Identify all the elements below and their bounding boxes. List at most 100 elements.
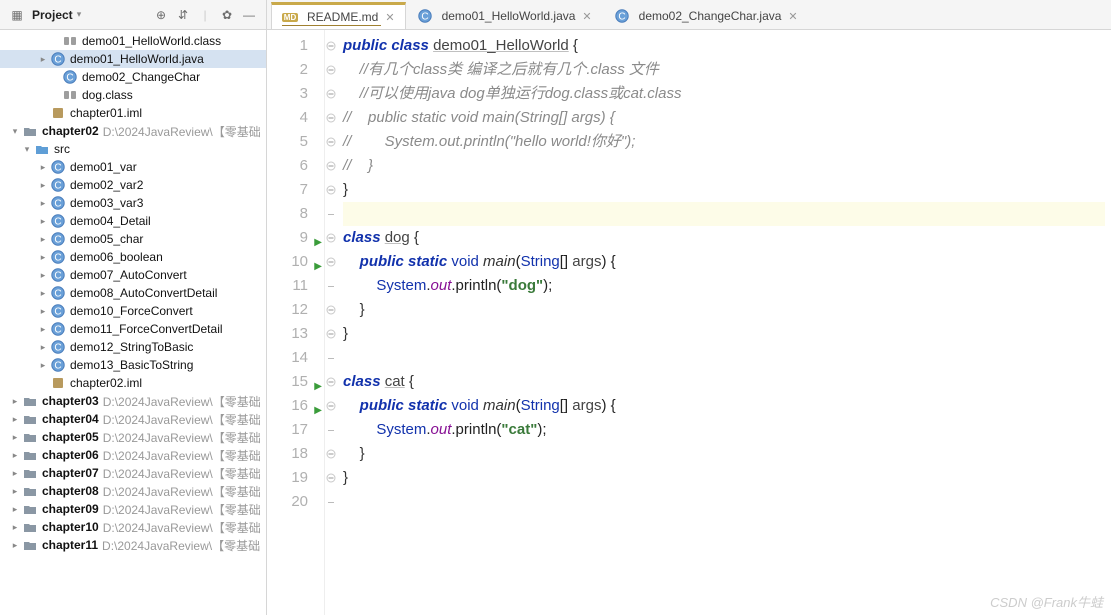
- code-line[interactable]: [343, 490, 1105, 514]
- hide-icon[interactable]: —: [238, 4, 260, 26]
- code-line[interactable]: System.out.println("cat");: [343, 418, 1105, 442]
- tree-row[interactable]: chapter01.iml: [0, 104, 266, 122]
- tree-row[interactable]: dog.class: [0, 86, 266, 104]
- tree-label: demo04_Detail: [70, 214, 151, 228]
- close-icon[interactable]: ✕: [582, 10, 591, 23]
- code-line[interactable]: // }: [343, 154, 1105, 178]
- expand-arrow[interactable]: ▸: [8, 450, 22, 461]
- project-tree[interactable]: demo01_HelloWorld.class▸Cdemo01_HelloWor…: [0, 30, 267, 615]
- tree-row[interactable]: ▸Cdemo06_boolean: [0, 248, 266, 266]
- code-line[interactable]: class dog {: [343, 226, 1105, 250]
- file-icon: C: [50, 339, 66, 355]
- code-line[interactable]: System.out.println("dog");: [343, 274, 1105, 298]
- tree-label: dog.class: [82, 88, 133, 102]
- expand-arrow[interactable]: ▸: [36, 288, 50, 299]
- code-line[interactable]: public static void main(String[] args) {: [343, 394, 1105, 418]
- file-icon: [50, 375, 66, 391]
- tree-row[interactable]: ▾src: [0, 140, 266, 158]
- gutter[interactable]: 123456789▶10▶1112131415▶16▶17181920: [267, 30, 325, 615]
- tree-row[interactable]: ▸chapter09D:\2024JavaReview\【零基础: [0, 500, 266, 518]
- expand-arrow[interactable]: ▸: [36, 324, 50, 335]
- tree-row[interactable]: ▸chapter06D:\2024JavaReview\【零基础: [0, 446, 266, 464]
- tree-row[interactable]: ▸Cdemo10_ForceConvert: [0, 302, 266, 320]
- tree-row[interactable]: demo01_HelloWorld.class: [0, 32, 266, 50]
- expand-arrow[interactable]: ▾: [20, 144, 34, 155]
- svg-text:C: C: [54, 235, 61, 246]
- tree-row[interactable]: ▸Cdemo01_var: [0, 158, 266, 176]
- expand-arrow[interactable]: ▸: [36, 54, 50, 65]
- code-line[interactable]: public class demo01_HelloWorld {: [343, 34, 1105, 58]
- expand-arrow[interactable]: ▸: [36, 198, 50, 209]
- code-line[interactable]: }: [343, 322, 1105, 346]
- expand-icon[interactable]: ⇵: [172, 4, 194, 26]
- tree-path: D:\2024JavaReview\【零基础: [103, 411, 261, 428]
- tree-path: D:\2024JavaReview\【零基础: [103, 483, 261, 500]
- code-line[interactable]: class cat {: [343, 370, 1105, 394]
- project-icon[interactable]: ▦: [6, 4, 28, 26]
- editor[interactable]: 123456789▶10▶1112131415▶16▶17181920 publ…: [267, 30, 1111, 615]
- tree-row[interactable]: ▾chapter02D:\2024JavaReview\【零基础: [0, 122, 266, 140]
- tree-row[interactable]: ▸chapter11D:\2024JavaReview\【零基础: [0, 536, 266, 554]
- code-line[interactable]: // System.out.println("hello world!你好");: [343, 130, 1105, 154]
- code-line[interactable]: public static void main(String[] args) {: [343, 250, 1105, 274]
- expand-arrow[interactable]: ▸: [36, 162, 50, 173]
- expand-arrow[interactable]: ▸: [8, 414, 22, 425]
- tree-row[interactable]: ▸chapter05D:\2024JavaReview\【零基础: [0, 428, 266, 446]
- tree-row[interactable]: ▸Cdemo03_var3: [0, 194, 266, 212]
- tree-label: demo03_var3: [70, 196, 143, 210]
- code-line[interactable]: [343, 202, 1105, 226]
- code-line[interactable]: }: [343, 442, 1105, 466]
- tree-row[interactable]: ▸chapter04D:\2024JavaReview\【零基础: [0, 410, 266, 428]
- code-line[interactable]: }: [343, 178, 1105, 202]
- code-line[interactable]: }: [343, 466, 1105, 490]
- expand-arrow[interactable]: ▸: [8, 396, 22, 407]
- tree-row[interactable]: ▸Cdemo02_var2: [0, 176, 266, 194]
- tree-row[interactable]: ▸Cdemo01_HelloWorld.java: [0, 50, 266, 68]
- line-number: 2: [300, 58, 308, 82]
- code-line[interactable]: //有几个class类 编译之后就有几个.class 文件: [343, 58, 1105, 82]
- tree-row[interactable]: ▸Cdemo04_Detail: [0, 212, 266, 230]
- tree-row[interactable]: ▸Cdemo05_char: [0, 230, 266, 248]
- expand-arrow[interactable]: ▸: [8, 432, 22, 443]
- close-icon[interactable]: ✕: [385, 11, 394, 24]
- tree-row[interactable]: ▸chapter03D:\2024JavaReview\【零基础: [0, 392, 266, 410]
- expand-arrow[interactable]: ▸: [8, 468, 22, 479]
- expand-arrow[interactable]: ▸: [8, 522, 22, 533]
- expand-arrow[interactable]: ▸: [36, 360, 50, 371]
- expand-arrow[interactable]: ▸: [36, 180, 50, 191]
- tree-row[interactable]: ▸chapter10D:\2024JavaReview\【零基础: [0, 518, 266, 536]
- file-icon: [50, 105, 66, 121]
- expand-arrow[interactable]: ▸: [8, 486, 22, 497]
- tree-row[interactable]: ▸Cdemo07_AutoConvert: [0, 266, 266, 284]
- tree-row[interactable]: ▸Cdemo11_ForceConvertDetail: [0, 320, 266, 338]
- tree-row[interactable]: chapter02.iml: [0, 374, 266, 392]
- tree-row[interactable]: ▸Cdemo12_StringToBasic: [0, 338, 266, 356]
- code-line[interactable]: //可以使用java dog单独运行dog.class或cat.class: [343, 82, 1105, 106]
- code-line[interactable]: }: [343, 298, 1105, 322]
- expand-arrow[interactable]: ▸: [36, 234, 50, 245]
- code-area[interactable]: public class demo01_HelloWorld { //有几个cl…: [337, 30, 1111, 615]
- editor-tab[interactable]: MDREADME.md✕: [271, 2, 406, 29]
- code-line[interactable]: // public static void main(String[] args…: [343, 106, 1105, 130]
- tree-row[interactable]: ▸chapter08D:\2024JavaReview\【零基础: [0, 482, 266, 500]
- target-icon[interactable]: ⊕: [150, 4, 172, 26]
- expand-arrow[interactable]: ▸: [8, 504, 22, 515]
- editor-tab[interactable]: Cdemo01_HelloWorld.java✕: [406, 2, 603, 29]
- code-line[interactable]: [343, 346, 1105, 370]
- dropdown-icon[interactable]: ▾: [77, 9, 82, 20]
- close-icon[interactable]: ✕: [788, 10, 797, 23]
- fold-marks[interactable]: [325, 30, 337, 615]
- expand-arrow[interactable]: ▸: [36, 306, 50, 317]
- tree-row[interactable]: ▸Cdemo13_BasicToString: [0, 356, 266, 374]
- expand-arrow[interactable]: ▸: [36, 252, 50, 263]
- expand-arrow[interactable]: ▾: [8, 126, 22, 137]
- tree-row[interactable]: ▸Cdemo08_AutoConvertDetail: [0, 284, 266, 302]
- editor-tab[interactable]: Cdemo02_ChangeChar.java✕: [603, 2, 809, 29]
- expand-arrow[interactable]: ▸: [36, 270, 50, 281]
- tree-row[interactable]: Cdemo02_ChangeChar: [0, 68, 266, 86]
- expand-arrow[interactable]: ▸: [8, 540, 22, 551]
- tree-row[interactable]: ▸chapter07D:\2024JavaReview\【零基础: [0, 464, 266, 482]
- expand-arrow[interactable]: ▸: [36, 342, 50, 353]
- gear-icon[interactable]: ✿: [216, 4, 238, 26]
- expand-arrow[interactable]: ▸: [36, 216, 50, 227]
